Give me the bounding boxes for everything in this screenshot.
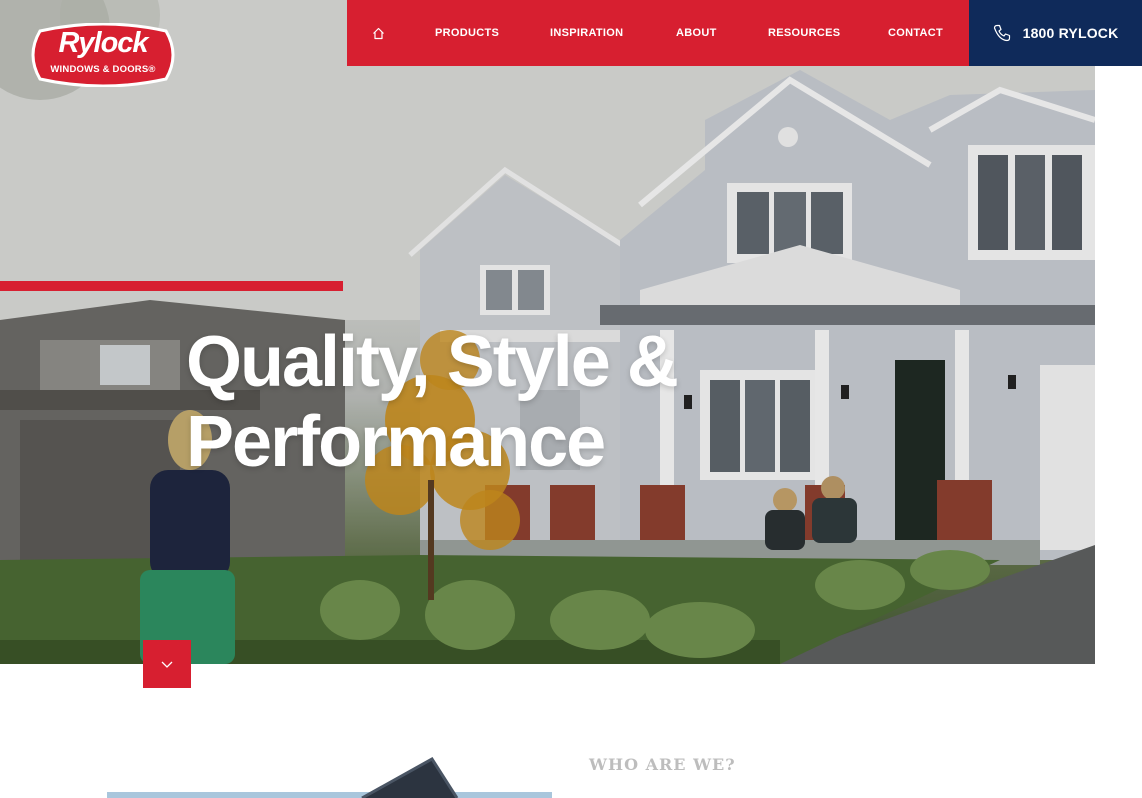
about-image [107, 756, 552, 798]
phone-number: 1800 RYLOCK [1022, 25, 1119, 41]
hero-right-gutter [1095, 0, 1142, 664]
nav-item-products[interactable]: PRODUCTS [435, 27, 550, 39]
about-house-thumbnail [107, 757, 552, 798]
logo-tagline: WINDOWS & DOORS® [50, 64, 156, 75]
nav-home-button[interactable] [347, 0, 409, 66]
home-icon [372, 27, 384, 39]
scroll-down-button[interactable] [143, 640, 191, 688]
about-heading: WHO ARE WE? [589, 755, 736, 774]
hero-headline: Quality, Style & Performance [186, 322, 826, 482]
rylock-logo[interactable]: Rylock WINDOWS & DOORS® [30, 23, 176, 87]
accent-stripe [0, 281, 343, 291]
main-nav: PRODUCTS INSPIRATION ABOUT RESOURCES CON… [347, 0, 969, 66]
nav-item-inspiration[interactable]: INSPIRATION [550, 27, 676, 39]
phone-icon [993, 24, 1010, 42]
hero-headline-line-1: Quality, Style & [186, 322, 679, 402]
chevron-down-icon [161, 661, 173, 668]
hero-headline-line-2: Performance [186, 402, 606, 482]
nav-item-resources[interactable]: RESOURCES [768, 27, 888, 39]
nav-item-contact[interactable]: CONTACT [888, 27, 943, 39]
phone-cta[interactable]: 1800 RYLOCK [969, 0, 1142, 66]
nav-item-about[interactable]: ABOUT [676, 27, 768, 39]
logo-wordmark: Rylock [58, 27, 148, 59]
